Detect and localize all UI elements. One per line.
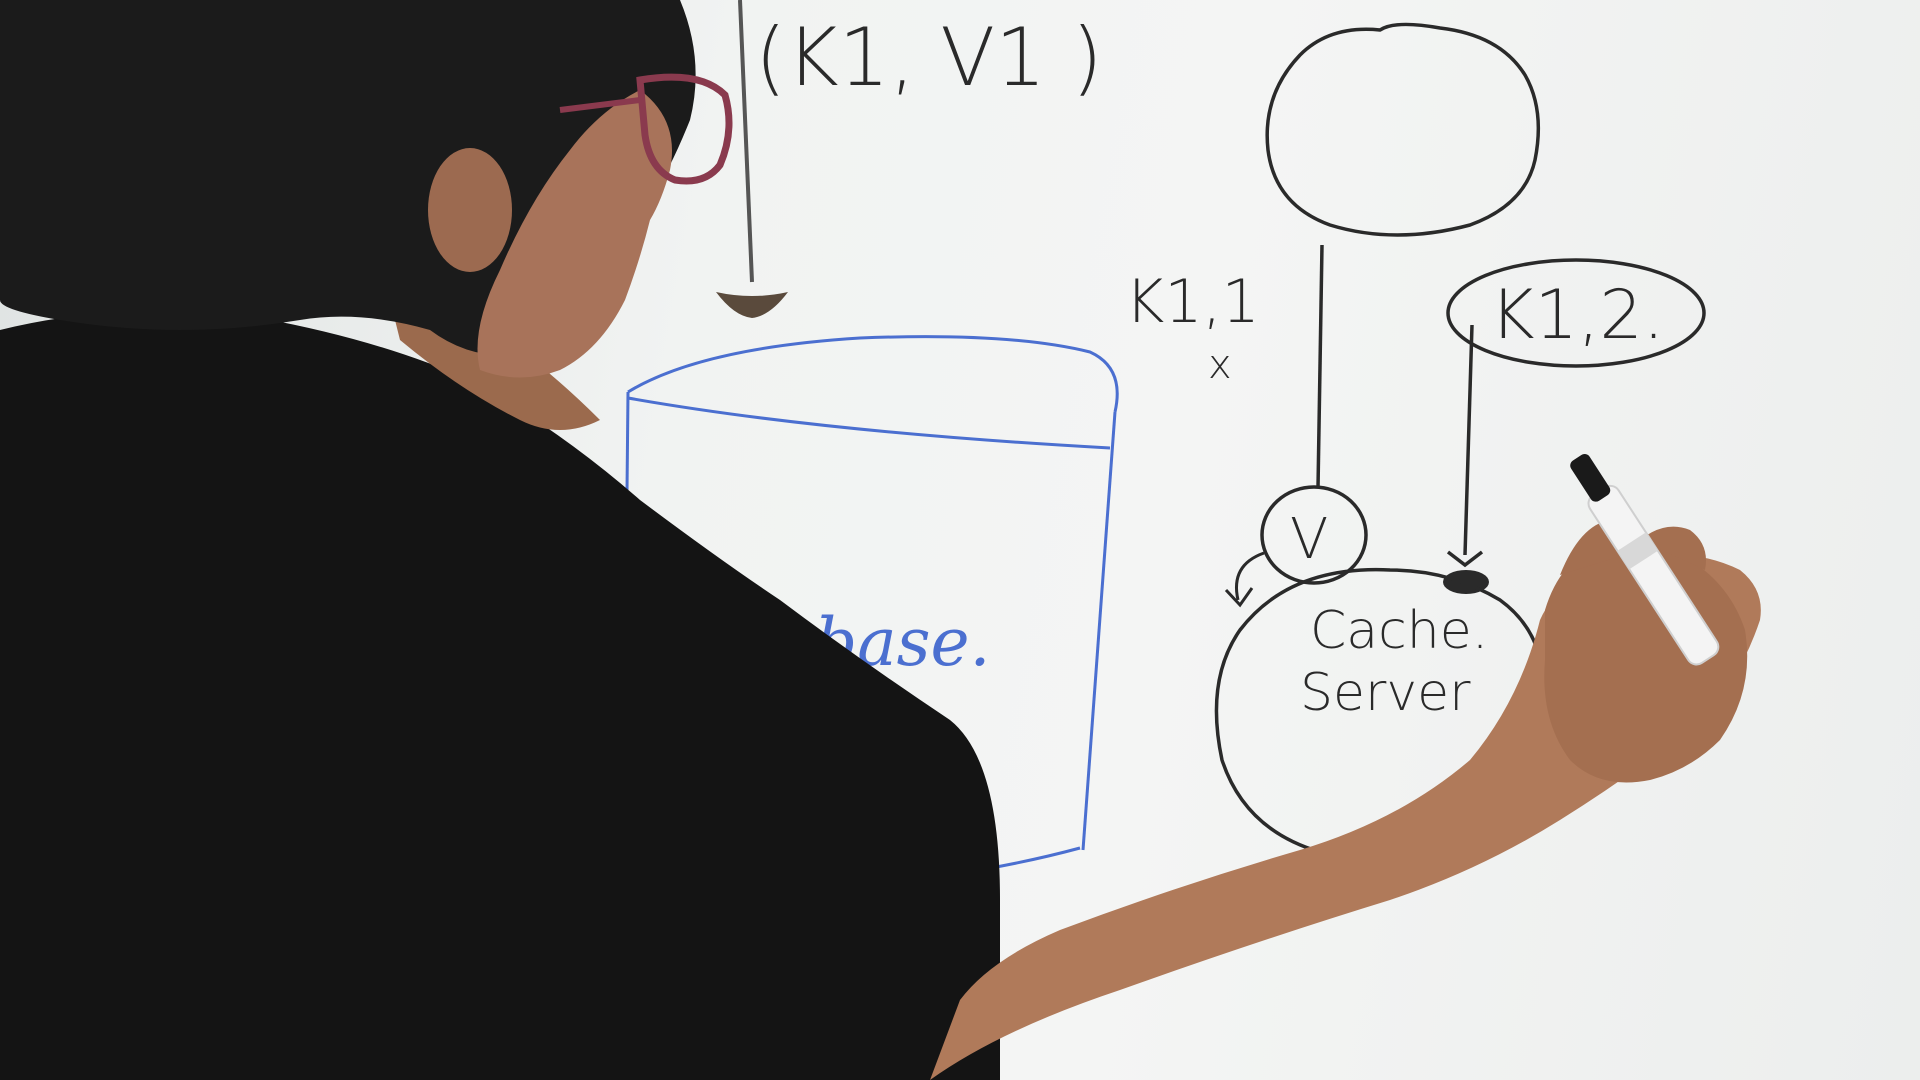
version-label: V <box>1290 507 1328 572</box>
k-right-label: K1,2. <box>1490 276 1664 355</box>
presenter-ear <box>428 148 512 272</box>
k-left-mark: x <box>1208 342 1232 388</box>
whiteboard-drawing: up (K1, V1 ) K1,1 x K1,2. V Cache. Serve… <box>0 0 1761 1080</box>
cache-label-line1: Cache. <box>1310 601 1488 661</box>
k-left-label: K1,1 <box>1125 267 1260 337</box>
cache-label-line2: Server <box>1300 663 1471 723</box>
whiteboard-scene: up (K1, V1 ) K1,1 x K1,2. V Cache. Serve… <box>0 0 1920 1080</box>
tuple-label: (K1, V1 ) <box>755 11 1103 104</box>
